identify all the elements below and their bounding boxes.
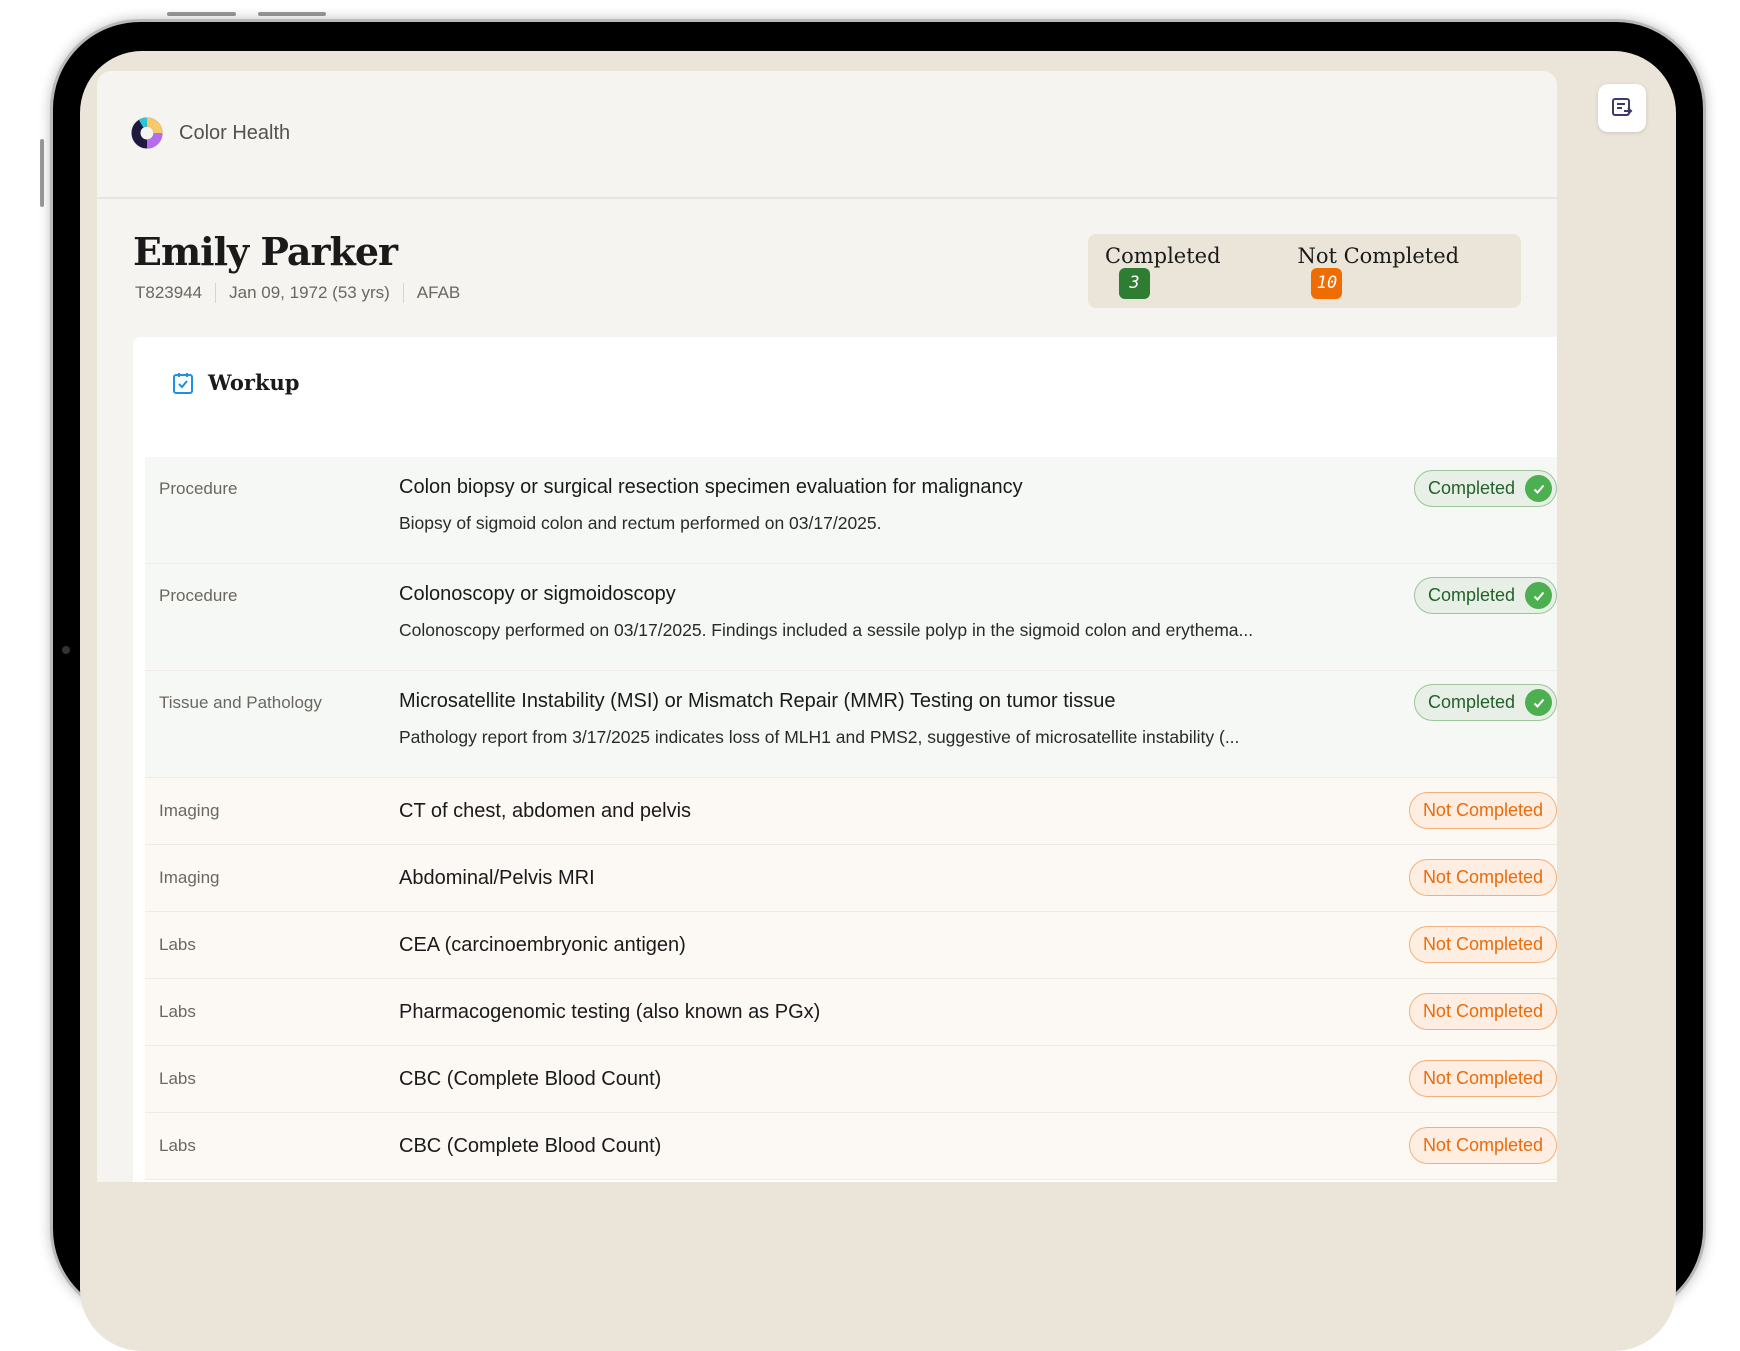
main-panel: Color Health Emily Parker T823944 Jan 09…	[97, 71, 1557, 1182]
workup-card: Workup Procedure Colon biopsy or surgica…	[133, 337, 1557, 1182]
patient-sex: AFAB	[402, 283, 473, 303]
row-title: Pharmacogenomic testing (also known as P…	[399, 1000, 821, 1023]
check-icon	[1525, 475, 1552, 502]
camera	[62, 646, 70, 654]
status-pill[interactable]: Completed	[1413, 577, 1557, 614]
row-category: Imaging	[159, 868, 220, 887]
row-category: Labs	[159, 1002, 196, 1021]
status-pill[interactable]: Not Completed	[1408, 1127, 1557, 1164]
workup-row[interactable]: Imaging CT of chest, abdomen and pelvis …	[145, 778, 1557, 845]
status-pill[interactable]: Not Completed	[1408, 993, 1557, 1030]
patient-dob: Jan 09, 1972 (53 yrs)	[215, 283, 403, 303]
status-summary: Completed3 Not Completed10	[1088, 234, 1521, 308]
row-category: Procedure	[159, 479, 238, 498]
status-pill[interactable]: Not Completed	[1408, 926, 1557, 963]
workup-row[interactable]: Labs CEA (carcinoembryonic antigen) Not …	[145, 912, 1557, 979]
row-title: Colon biopsy or surgical resection speci…	[399, 476, 1023, 498]
workup-header: Workup	[172, 370, 299, 395]
status-label: Completed	[1427, 478, 1515, 498]
workup-row[interactable]: Tissue and Pathology Microsatellite Inst…	[145, 671, 1557, 778]
not-completed-summary[interactable]: Not Completed10	[1297, 244, 1504, 299]
completed-summary[interactable]: Completed3	[1105, 244, 1265, 299]
clipboard-icon	[173, 372, 193, 394]
brand: Color Health	[131, 117, 290, 149]
status-label: Not Completed	[1422, 1001, 1543, 1021]
status-pill[interactable]: Not Completed	[1408, 792, 1557, 829]
status-label: Not Completed	[1422, 1135, 1543, 1155]
status-label: Not Completed	[1422, 867, 1543, 887]
row-category: Imaging	[159, 801, 220, 820]
row-title: Microsatellite Instability (MSI) or Mism…	[399, 690, 1116, 712]
side-button	[40, 139, 44, 207]
workup-row[interactable]: Labs Pharmacogenomic testing (also known…	[145, 979, 1557, 1046]
row-title: CBC (Complete Blood Count)	[399, 1067, 662, 1090]
patient-id: T823944	[135, 283, 203, 302]
completed-label: Completed	[1105, 243, 1221, 268]
row-category: Labs	[159, 935, 196, 954]
status-label: Completed	[1427, 692, 1515, 712]
volume-button	[167, 12, 236, 16]
row-title: Colonoscopy or sigmoidoscopy	[399, 583, 676, 605]
status-pill[interactable]: Completed	[1413, 470, 1557, 507]
status-label: Not Completed	[1422, 800, 1543, 820]
notes-button[interactable]	[1598, 84, 1646, 132]
patient-meta: T823944 Jan 09, 1972 (53 yrs) AFAB	[135, 283, 473, 303]
row-category: Labs	[159, 1069, 196, 1088]
workup-row[interactable]: Procedure Colon biopsy or surgical resec…	[145, 457, 1557, 564]
patient-name: Emily Parker	[133, 229, 398, 274]
workup-row[interactable]: Imaging Abdominal/Pelvis MRI Not Complet…	[145, 845, 1557, 912]
not-completed-label: Not Completed	[1297, 243, 1460, 268]
status-label: Not Completed	[1422, 1068, 1543, 1088]
status-label: Not Completed	[1422, 934, 1543, 954]
check-icon	[1525, 582, 1552, 609]
workup-row[interactable]: Labs CBC (Complete Blood Count) Not Comp…	[145, 1046, 1557, 1113]
not-completed-count: 10	[1311, 267, 1343, 299]
workup-title: Workup	[208, 370, 300, 395]
row-description: Pathology report from 3/17/2025 indicate…	[399, 727, 1240, 747]
completed-count: 3	[1119, 267, 1150, 299]
row-title: CT of chest, abdomen and pelvis	[399, 799, 692, 822]
row-category: Tissue and Pathology	[159, 693, 322, 712]
row-title: CBC (Complete Blood Count)	[399, 1134, 662, 1157]
check-icon	[1525, 689, 1552, 716]
row-category: Procedure	[159, 586, 238, 605]
color-health-logo	[131, 117, 163, 149]
status-pill[interactable]: Not Completed	[1408, 859, 1557, 896]
notes-icon	[1612, 98, 1633, 116]
workup-list: Procedure Colon biopsy or surgical resec…	[145, 457, 1557, 1180]
row-description: Biopsy of sigmoid colon and rectum perfo…	[399, 513, 882, 533]
row-title: CEA (carcinoembryonic antigen)	[399, 933, 686, 956]
brand-name: Color Health	[179, 121, 291, 144]
status-pill[interactable]: Completed	[1413, 684, 1557, 721]
row-title: Abdominal/Pelvis MRI	[399, 866, 595, 889]
header-divider	[97, 197, 1557, 199]
screen: Color Health Emily Parker T823944 Jan 09…	[80, 51, 1676, 1351]
row-category: Labs	[159, 1136, 196, 1155]
volume-button	[258, 12, 326, 16]
status-pill[interactable]: Not Completed	[1408, 1060, 1557, 1097]
workup-row[interactable]: Labs CBC (Complete Blood Count) Not Comp…	[145, 1113, 1557, 1180]
workup-row[interactable]: Procedure Colonoscopy or sigmoidoscopy C…	[145, 564, 1557, 671]
status-label: Completed	[1427, 585, 1515, 605]
row-description: Colonoscopy performed on 03/17/2025. Fin…	[399, 620, 1254, 640]
